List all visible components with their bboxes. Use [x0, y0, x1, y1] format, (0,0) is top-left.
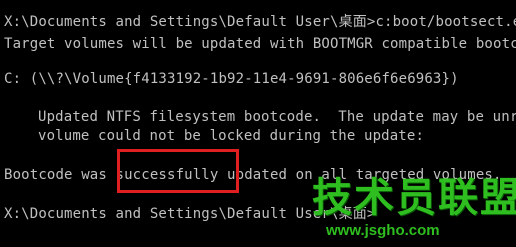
console-line-volume-not-locked: volume could not be locked during the up… — [38, 128, 425, 144]
command-prompt-console[interactable]: X:\Documents and Settings\Default User\桌… — [0, 0, 516, 247]
watermark-url-text: www.jsgho.com — [326, 222, 440, 239]
watermark-logo: 技术员联盟 www.jsgho.com — [306, 176, 516, 240]
highlight-box-successfully — [117, 149, 239, 193]
console-line-prompt-command: X:\Documents and Settings\Default User\桌… — [4, 14, 516, 30]
console-line-target-volumes: Target volumes will be updated with BOOT… — [4, 36, 516, 52]
console-line-volume-id: C: (\\?\Volume{f4133192-1b92-11e4-9691-8… — [4, 71, 459, 87]
console-line-updated-ntfs: Updated NTFS filesystem bootcode. The up… — [38, 109, 516, 125]
watermark-brand-text: 技术员联盟 — [312, 175, 516, 221]
